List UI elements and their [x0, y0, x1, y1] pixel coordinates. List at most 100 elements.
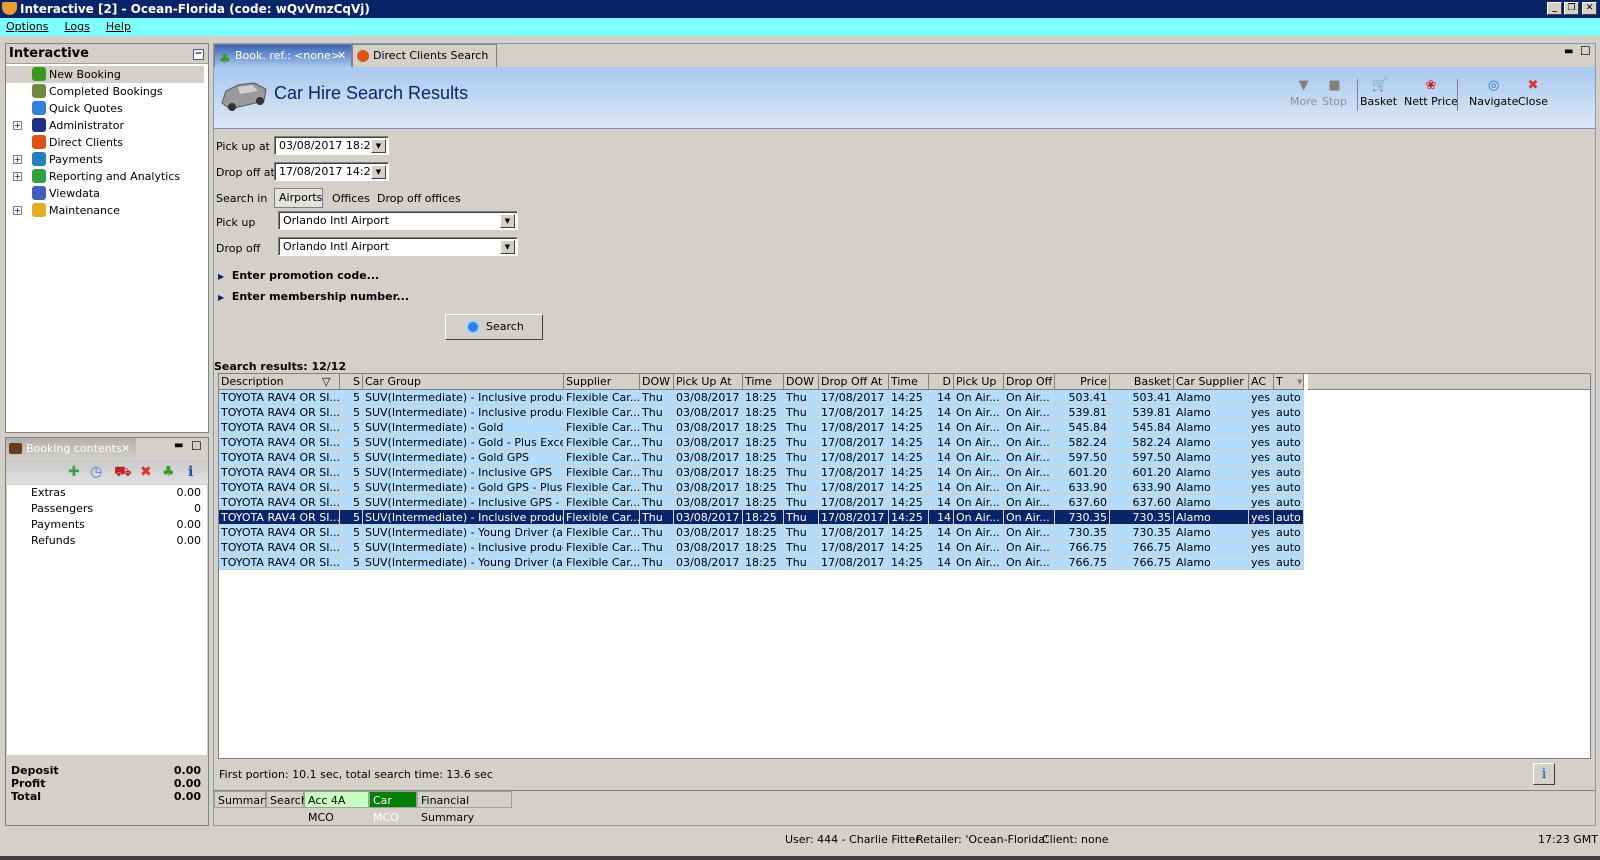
menu-options[interactable]: Options	[6, 20, 48, 33]
minimize-view-icon[interactable]: ▬	[1564, 46, 1573, 57]
column-header[interactable]: Drop Off At	[819, 374, 889, 390]
column-header[interactable]: Supplier	[564, 374, 640, 390]
bottom-tab-financial-summary[interactable]: Financial Summary	[417, 791, 512, 824]
column-header[interactable]: Car Group	[363, 374, 564, 390]
menu-help[interactable]: Help	[106, 20, 131, 33]
table-cell: 17/08/2017	[819, 420, 889, 435]
palm-tree-icon[interactable]: ♣	[162, 460, 175, 484]
dropoff-at-field[interactable]: 17/08/2017 14:25 ▼	[274, 162, 389, 181]
search-in-airports[interactable]: Airports	[274, 188, 323, 208]
bottom-tab-acc-4a-mco[interactable]: Acc 4A MCO	[304, 791, 369, 824]
filter-icon[interactable]: ▽	[322, 374, 330, 389]
search-in-dropoff-offices[interactable]: Drop off offices	[377, 192, 461, 205]
sidebar-item-maintenance[interactable]: + Maintenance	[6, 202, 204, 219]
column-header[interactable]: DOW	[784, 374, 819, 390]
column-header[interactable]: D	[929, 374, 954, 390]
sidebar-item-new-booking[interactable]: New Booking	[6, 66, 204, 83]
sidebar-item-completed-bookings[interactable]: Completed Bookings	[6, 83, 204, 100]
membership-number-expander[interactable]: ▶ Enter membership number...	[218, 290, 409, 303]
column-header[interactable]: Pick Up	[954, 374, 1004, 390]
booking-item: Extras 0.00	[31, 485, 201, 501]
menu-logs[interactable]: Logs	[64, 20, 89, 33]
nett-price-button[interactable]: ❀ Nett Price	[1404, 79, 1458, 109]
close-button[interactable]: ✖ Close	[1518, 79, 1548, 109]
navigate-button[interactable]: ◎ Navigate	[1469, 79, 1518, 109]
info-icon[interactable]: i	[188, 460, 193, 484]
stop-button[interactable]: ■ Stop	[1322, 79, 1347, 109]
delete-icon[interactable]: ✖	[140, 460, 152, 484]
sidebar-item-payments[interactable]: + Payments	[6, 151, 204, 168]
more-button[interactable]: ▼ More	[1290, 79, 1317, 109]
chevron-down-icon[interactable]: ▼	[371, 165, 386, 179]
table-cell: Thu	[640, 405, 674, 420]
basket-button[interactable]: 🛒 Basket	[1360, 79, 1397, 109]
restore-button[interactable]: ❐	[1564, 2, 1579, 15]
table-cell: 14	[929, 480, 954, 495]
chevron-down-icon[interactable]: ▼	[500, 240, 515, 254]
tab-booking[interactable]: ♣ Book. ref.: <none> ✕	[214, 44, 352, 67]
collapse-all-icon[interactable]: −	[193, 49, 204, 60]
add-icon[interactable]: ✚	[68, 460, 80, 484]
maximize-panel-icon[interactable]: ☐	[191, 439, 202, 453]
expand-icon[interactable]: +	[13, 155, 22, 164]
bottom-tab-summary[interactable]: Summary	[214, 791, 271, 808]
clock-icon[interactable]: ◷	[90, 460, 102, 484]
pickup-at-field[interactable]: 03/08/2017 18:25 ▼	[274, 136, 389, 155]
column-header[interactable]: DOW	[640, 374, 674, 390]
bottom-tab-search[interactable]: Search	[266, 791, 308, 808]
column-header[interactable]: Car Supplier	[1174, 374, 1249, 390]
close-window-button[interactable]: ✕	[1582, 2, 1597, 15]
promotion-code-expander[interactable]: ▶ Enter promotion code...	[218, 269, 379, 282]
table-cell: SUV(Intermediate) - Inclusive product	[363, 390, 564, 405]
expand-icon[interactable]: +	[13, 121, 22, 130]
table-cell: Flexible Car...	[564, 420, 640, 435]
minimize-panel-icon[interactable]: ▬	[174, 440, 183, 451]
table-cell: 17/08/2017	[819, 435, 889, 450]
bottom-tab-car-mco[interactable]: Car MCO	[369, 791, 417, 824]
basket-transfer-icon[interactable]: ⛟	[114, 460, 132, 484]
sidebar-item-viewdata[interactable]: Viewdata	[6, 185, 204, 202]
expand-arrow-icon: ▶	[218, 272, 225, 281]
sidebar-item-label: Maintenance	[49, 204, 120, 217]
table-cell: 5	[340, 450, 363, 465]
column-header[interactable]: Price	[1055, 374, 1110, 390]
table-cell: 14:25	[889, 465, 929, 480]
table-cell: 5	[340, 390, 363, 405]
booking-contents-tab[interactable]: Booking contents ✕	[6, 438, 136, 460]
column-header[interactable]: AC	[1249, 374, 1274, 390]
sidebar-item-direct-clients[interactable]: Direct Clients	[6, 134, 204, 151]
table-cell: 637.60	[1055, 495, 1110, 510]
close-tab-icon[interactable]: ✕	[337, 45, 346, 67]
maximize-view-icon[interactable]: ☐	[1580, 44, 1591, 58]
expand-icon[interactable]: +	[13, 206, 22, 215]
table-cell: Thu	[784, 510, 819, 525]
table-cell: 18:25	[743, 495, 784, 510]
column-header[interactable]: Time	[889, 374, 929, 390]
info-button[interactable]: i	[1533, 763, 1555, 785]
chevron-down-icon[interactable]: ▼	[371, 139, 386, 153]
expand-icon[interactable]: +	[13, 172, 22, 181]
sidebar-item-administrator[interactable]: + Administrator	[6, 117, 204, 134]
dropoff-location-select[interactable]: Orlando Intl Airport ▼	[278, 237, 518, 256]
search-in-offices[interactable]: Offices	[332, 192, 370, 205]
sidebar-item-quick-quotes[interactable]: Quick Quotes	[6, 100, 204, 117]
sidebar-item-reporting-and-analytics[interactable]: + Reporting and Analytics	[6, 168, 204, 185]
table-cell: 5	[340, 480, 363, 495]
close-tab-icon[interactable]: ✕	[121, 438, 130, 460]
table-cell: 730.35	[1055, 525, 1110, 540]
tab-direct-clients-search[interactable]: Direct Clients Search	[352, 44, 497, 67]
table-cell: yes	[1249, 495, 1274, 510]
column-header[interactable]: S	[340, 374, 363, 390]
pickup-location-select[interactable]: Orlando Intl Airport ▼	[278, 211, 518, 230]
minimize-button[interactable]: _	[1547, 2, 1562, 15]
chevron-down-icon[interactable]: ▼	[500, 214, 515, 228]
column-header[interactable]: Pick Up At	[674, 374, 743, 390]
suitcase-icon	[9, 443, 22, 454]
table-cell: 17/08/2017	[819, 390, 889, 405]
search-button[interactable]: Search	[445, 314, 543, 340]
column-header[interactable]: Basket	[1110, 374, 1174, 390]
table-cell: On Air...	[1004, 525, 1055, 540]
search-globe-icon	[466, 320, 480, 334]
column-header[interactable]: Time	[743, 374, 784, 390]
column-header[interactable]: Drop Off	[1004, 374, 1055, 390]
